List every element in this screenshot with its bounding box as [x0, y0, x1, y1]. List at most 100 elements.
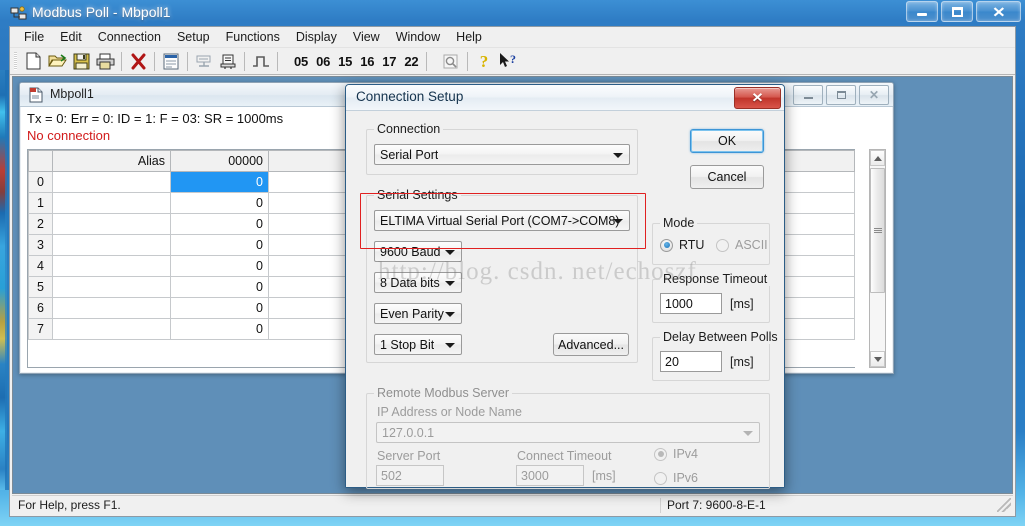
cell-alias[interactable] [52, 234, 171, 256]
toolbar-separator [426, 51, 428, 71]
cell-alias[interactable] [52, 171, 171, 193]
cell-value[interactable]: 0 [170, 234, 269, 256]
parity-value: Even Parity [380, 306, 444, 321]
function-17-button[interactable]: 16 [356, 54, 378, 69]
window-title: Modbus Poll - Mbpoll1 [32, 4, 171, 20]
menu-connection[interactable]: Connection [90, 28, 169, 46]
column-header-address[interactable]: 00000 [170, 150, 269, 172]
grid-vertical-scrollbar[interactable] [869, 149, 886, 368]
advanced-button[interactable]: Advanced... [553, 333, 629, 356]
context-help-icon[interactable]: ? [496, 50, 520, 73]
connection-type-combo[interactable]: Serial Port [374, 144, 630, 165]
close-icon: ✕ [868, 88, 880, 102]
modbus-poll-icon [10, 5, 27, 22]
ok-button[interactable]: OK [690, 129, 764, 153]
baud-rate-combo[interactable]: 9600 Baud [374, 241, 462, 262]
inspect-icon[interactable] [439, 50, 463, 73]
new-file-icon[interactable] [21, 50, 45, 73]
delay-between-polls-unit: [ms] [730, 355, 754, 369]
resize-grip-icon[interactable] [997, 498, 1011, 512]
cell-alias[interactable] [52, 255, 171, 277]
dialog-close-button[interactable]: ✕ [734, 87, 781, 109]
cancel-button[interactable]: Cancel [690, 165, 764, 189]
row-index: 0 [28, 171, 53, 193]
function-15-button[interactable]: 06 [312, 54, 334, 69]
mdi-maximize-button[interactable] [826, 85, 856, 105]
toolbar-grip[interactable] [14, 52, 17, 70]
mode-rtu-radio[interactable]: RTU [660, 238, 704, 252]
connection-status: No connection [27, 128, 111, 143]
connection-group-label: Connection [374, 122, 444, 136]
mode-rtu-label: RTU [679, 238, 705, 252]
column-header-alias[interactable]: Alias [52, 150, 171, 172]
scroll-down-button[interactable] [870, 351, 885, 367]
server-port-input[interactable]: 502 [376, 465, 444, 486]
menu-window[interactable]: Window [388, 28, 448, 46]
column-header-index[interactable] [28, 150, 53, 172]
menu-display[interactable]: Display [288, 28, 345, 46]
mode-ascii-radio[interactable]: ASCII [716, 238, 768, 252]
cell-value[interactable]: 0 [170, 213, 269, 235]
ipv6-radio[interactable]: IPv6 [654, 471, 698, 485]
menu-setup[interactable]: Setup [169, 28, 218, 46]
window-controls: ✕ [906, 1, 1021, 22]
mdi-minimize-button[interactable] [793, 85, 823, 105]
chevron-down-icon [873, 356, 882, 362]
cell-value[interactable]: 0 [170, 297, 269, 319]
mdi-close-button[interactable]: ✕ [859, 85, 889, 105]
poll-definition-icon[interactable] [192, 50, 216, 73]
pulse-icon[interactable] [249, 50, 273, 73]
scrollbar-track[interactable] [870, 166, 885, 351]
response-timeout-unit: [ms] [730, 297, 754, 311]
cell-alias[interactable] [52, 213, 171, 235]
help-icon[interactable]: ? [472, 50, 496, 73]
maximize-button[interactable] [941, 1, 973, 22]
menu-functions[interactable]: Functions [218, 28, 288, 46]
menu-help[interactable]: Help [448, 28, 490, 46]
print-icon[interactable] [93, 50, 117, 73]
read-write-definition-icon[interactable] [159, 50, 183, 73]
cell-alias[interactable] [52, 192, 171, 214]
function-22-button[interactable]: 17 [378, 54, 400, 69]
function-16-button[interactable]: 15 [334, 54, 356, 69]
scroll-up-button[interactable] [870, 150, 885, 166]
cell-value-selected[interactable]: 0 [170, 171, 269, 193]
radio-selected-icon [654, 447, 667, 461]
minimize-button[interactable] [906, 1, 938, 22]
function-23-button[interactable]: 22 [400, 54, 422, 69]
ip-address-combo[interactable]: 127.0.0.1 [376, 422, 760, 443]
open-file-icon[interactable] [45, 50, 69, 73]
radio-selected-icon [660, 238, 673, 252]
close-button[interactable]: ✕ [976, 1, 1021, 22]
cell-alias[interactable] [52, 297, 171, 319]
menu-bar: File Edit Connection Setup Functions Dis… [10, 27, 1015, 48]
server-port-label: Server Port [377, 449, 441, 463]
parity-combo[interactable]: Even Parity [374, 303, 462, 324]
scrollbar-thumb[interactable] [870, 168, 885, 293]
chevron-down-icon [445, 281, 455, 286]
delay-between-polls-input[interactable]: 20 [660, 351, 722, 372]
cell-alias[interactable] [52, 318, 171, 340]
save-icon[interactable] [69, 50, 93, 73]
cell-value[interactable]: 0 [170, 255, 269, 277]
menu-edit[interactable]: Edit [52, 28, 90, 46]
menu-file[interactable]: File [16, 28, 52, 46]
serial-port-value: ELTIMA Virtual Serial Port (COM7->COM8) [380, 213, 620, 228]
data-bits-combo[interactable]: 8 Data bits [374, 272, 462, 293]
communication-traffic-icon[interactable] [216, 50, 240, 73]
menu-view[interactable]: View [345, 28, 388, 46]
ipv4-radio[interactable]: IPv4 [654, 447, 698, 461]
response-timeout-input[interactable]: 1000 [660, 293, 722, 314]
serial-port-combo[interactable]: ELTIMA Virtual Serial Port (COM7->COM8) [374, 210, 630, 231]
row-index: 6 [28, 297, 53, 319]
cell-value[interactable]: 0 [170, 318, 269, 340]
cell-value[interactable]: 0 [170, 276, 269, 298]
function-06-button[interactable]: 05 [290, 54, 312, 69]
stop-bits-combo[interactable]: 1 Stop Bit [374, 334, 462, 355]
maximize-icon [951, 6, 963, 17]
cell-alias[interactable] [52, 276, 171, 298]
toolbar-separator [187, 51, 188, 71]
cell-value[interactable]: 0 [170, 192, 269, 214]
connect-timeout-input[interactable]: 3000 [516, 465, 584, 486]
disconnect-icon[interactable] [126, 50, 150, 73]
